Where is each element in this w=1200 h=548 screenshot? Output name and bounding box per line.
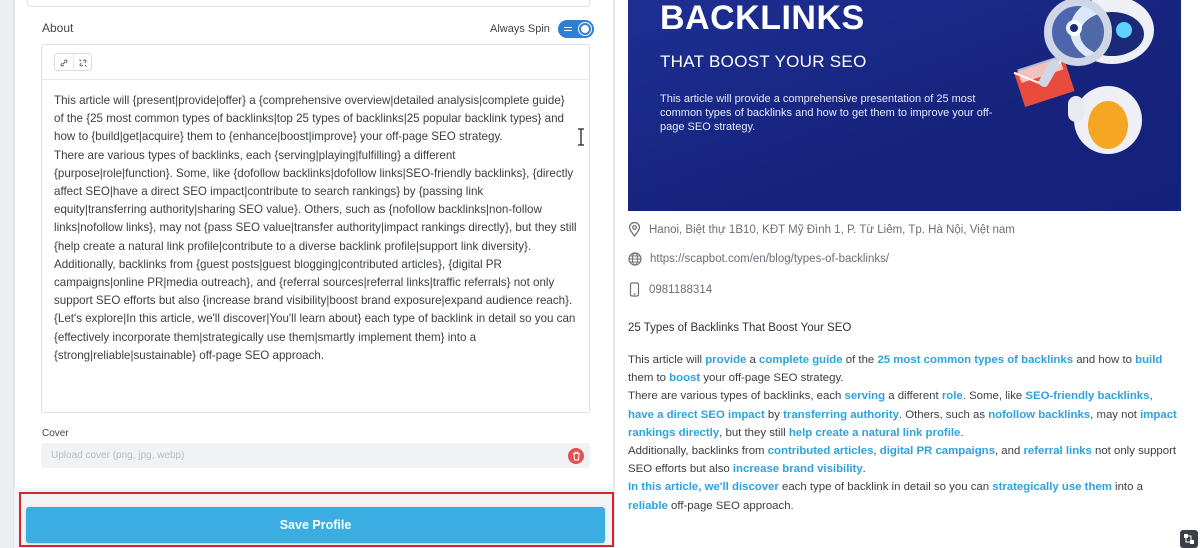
editor-paragraph: Additionally, backlinks from {guest post…	[54, 257, 573, 308]
highlighted-phrase[interactable]: complete guide	[759, 354, 843, 366]
article-text: , may not	[1090, 408, 1141, 421]
highlighted-phrase[interactable]: increase brand visibility	[733, 463, 863, 475]
cover-label: Cover	[42, 428, 69, 439]
robot-mascot-icon	[1013, 0, 1154, 154]
article-paragraph: Additionally, backlinks from contributed…	[628, 442, 1180, 478]
map-pin-icon	[628, 222, 641, 237]
article-text: of the	[842, 354, 878, 366]
highlighted-phrase[interactable]: strategically use them	[992, 481, 1112, 493]
article-title: 25 Types of Backlinks That Boost Your SE…	[628, 322, 852, 334]
editor-paragraph: {Let's explore|In this article, we'll di…	[54, 312, 576, 362]
article-text: There are various types of backlinks, ea…	[628, 390, 845, 403]
highlighted-phrase[interactable]: serving	[845, 390, 886, 402]
save-profile-button[interactable]: Save Profile	[26, 507, 605, 543]
highlighted-phrase[interactable]: nofollow backlinks	[988, 409, 1090, 421]
article-text: a	[746, 354, 760, 366]
always-spin-toggle[interactable]	[557, 20, 594, 38]
highlighted-phrase[interactable]: build	[1135, 354, 1162, 366]
editor-paragraph: This article will {present|provide|offer…	[54, 94, 565, 144]
editor-paragraph: There are various types of backlinks, ea…	[54, 148, 577, 253]
url-row: https://scapbot.com/en/blog/types-of-bac…	[628, 252, 889, 266]
highlighted-phrase[interactable]: help create a natural link profile	[789, 427, 961, 439]
article-text: a different	[885, 390, 942, 403]
previous-field-bottom	[27, 0, 590, 7]
editor-content[interactable]: This article will {present|provide|offer…	[42, 80, 589, 365]
unlink-icon[interactable]	[73, 54, 91, 71]
hero-description: This article will provide a comprehensiv…	[660, 93, 993, 133]
editor-toolbar	[42, 45, 589, 80]
article-text: your off-page SEO strategy.	[700, 372, 844, 385]
address-row: Hanoi, Biệt thự 1B10, KĐT Mỹ Đình 1, P. …	[628, 222, 1015, 237]
highlighted-phrase[interactable]: referral links	[1023, 445, 1091, 457]
highlighted-phrase[interactable]: In this article, we'll discover	[628, 481, 779, 493]
article-text: off-page SEO approach.	[667, 499, 794, 512]
highlighted-phrase[interactable]: SEO-friendly backlinks	[1025, 390, 1149, 402]
link-icon[interactable]	[55, 54, 73, 71]
article-text: . Others, such as	[898, 408, 989, 421]
article-text: , but they still	[719, 426, 789, 439]
toggle-knob	[578, 23, 591, 35]
article-text: them to	[628, 372, 670, 385]
article-text: into a	[1111, 481, 1143, 494]
article-paragraph: There are various types of backlinks, ea…	[628, 387, 1180, 442]
always-spin-label: Always Spin	[490, 23, 550, 35]
article-text: . Some, like	[962, 390, 1026, 403]
toggle-lines-icon	[563, 27, 572, 31]
url-link[interactable]: https://scapbot.com/en/blog/types-of-bac…	[650, 253, 889, 265]
highlighted-phrase[interactable]: reliable	[628, 500, 668, 512]
article-text: each type of backlink in detail so you c…	[778, 481, 993, 494]
article-paragraph: This article will provide a complete gui…	[628, 351, 1180, 387]
article-text: ,	[1149, 390, 1153, 403]
highlighted-phrase[interactable]: boost	[669, 372, 700, 384]
hero-title: BACKLINKS	[660, 0, 865, 37]
toolbar-link-group	[54, 53, 92, 71]
cover-upload-input[interactable]: Upload cover (png, jpg, webp)	[41, 443, 590, 468]
text-cursor-icon	[578, 128, 584, 146]
phone-text: 0981188314	[649, 283, 713, 296]
globe-icon	[628, 252, 642, 266]
article-text: This article will	[628, 354, 706, 366]
about-label: About	[42, 21, 74, 35]
highlighted-phrase[interactable]: transferring authority	[783, 409, 899, 421]
highlighted-phrase[interactable]: provide	[705, 354, 746, 366]
hero-subtitle: THAT BOOST YOUR SEO	[660, 52, 867, 71]
address-text: Hanoi, Biệt thự 1B10, KĐT Mỹ Đình 1, P. …	[649, 223, 1015, 236]
about-editor[interactable]: This article will {present|provide|offer…	[41, 44, 590, 413]
article-body: This article will provide a complete gui…	[628, 351, 1180, 515]
article-paragraph: In this article, we'll discover each typ…	[628, 478, 1180, 514]
article-text: , and	[994, 445, 1024, 458]
sidebar-edge	[0, 0, 14, 548]
article-text: by	[764, 408, 784, 421]
extension-icon[interactable]	[1180, 530, 1198, 548]
article-text: Additionally, backlinks from	[628, 445, 768, 458]
highlighted-phrase[interactable]: digital PR campaigns	[880, 445, 995, 457]
article-text: and how to	[1073, 354, 1136, 366]
highlighted-phrase[interactable]: 25 most common types of backlinks	[877, 354, 1073, 366]
highlighted-phrase[interactable]: role	[942, 390, 963, 402]
article-text: .	[862, 463, 866, 476]
phone-row: 0981188314	[628, 282, 712, 297]
highlighted-phrase[interactable]: contributed articles	[768, 445, 874, 457]
highlighted-phrase[interactable]: have a direct SEO impact	[628, 409, 765, 421]
cover-image: BACKLINKS THAT BOOST YOUR SEO This artic…	[628, 0, 1181, 211]
trash-icon[interactable]	[568, 448, 584, 464]
always-spin-control: Always Spin	[490, 20, 594, 38]
article-text: .	[960, 426, 964, 439]
phone-icon	[629, 282, 640, 297]
